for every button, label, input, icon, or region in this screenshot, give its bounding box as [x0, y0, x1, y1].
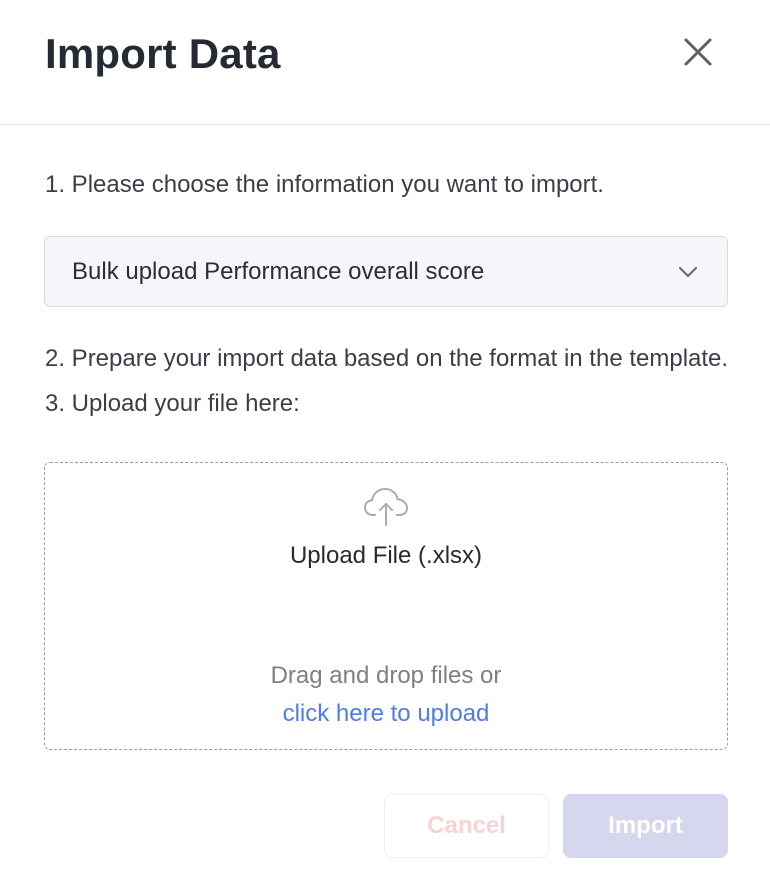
cancel-button[interactable]: Cancel [384, 794, 549, 858]
step-2-instruction: 2. Prepare your import data based on the… [45, 345, 729, 372]
chevron-down-icon [678, 266, 698, 278]
close-icon [684, 38, 712, 66]
click-to-upload-link[interactable]: click here to upload [45, 699, 727, 729]
step-1-instruction: 1. Please choose the information you wan… [45, 171, 604, 198]
upload-file-title: Upload File (.xlsx) [289, 542, 483, 569]
dialog-title: Import Data [45, 30, 281, 77]
import-button[interactable]: Import [563, 794, 728, 858]
import-type-select-value: Bulk upload Performance overall score [72, 258, 485, 285]
step-3-instruction: 3. Upload your file here: [45, 390, 300, 417]
file-dropzone[interactable]: Upload File (.xlsx) Drag and drop files … [44, 462, 728, 750]
dialog-header: Import Data [0, 0, 770, 125]
import-data-dialog: Import Data 1. Please choose the informa… [0, 0, 770, 884]
import-type-select[interactable]: Bulk upload Performance overall score [44, 236, 728, 307]
drag-drop-text: Drag and drop files or [270, 662, 502, 689]
close-button[interactable] [678, 32, 718, 72]
cloud-upload-icon [364, 488, 408, 526]
